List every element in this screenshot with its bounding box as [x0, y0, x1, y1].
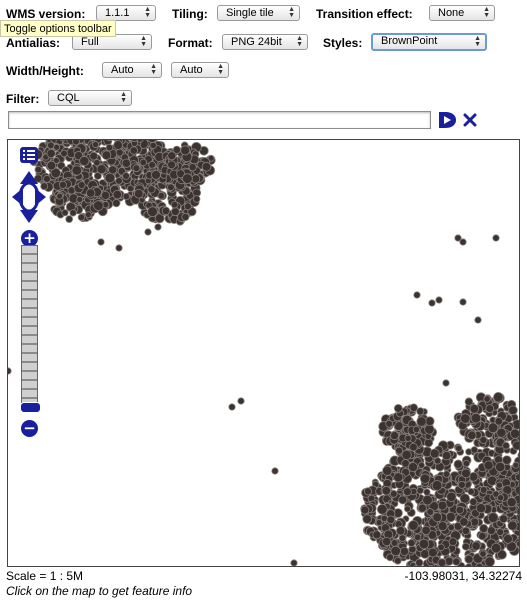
select-arrows-icon: ▲ ▼ [296, 35, 303, 48]
mouse-coordinates: -103.98031, 34.32274 [404, 569, 522, 583]
toggle-options-tooltip: Toggle options toolbar [0, 20, 116, 37]
styles-select[interactable]: BrownPoint ▲ ▼ [371, 33, 487, 51]
zoom-out-button[interactable]: − [21, 420, 38, 437]
tiling-select[interactable]: Single tile ▲ ▼ [217, 5, 300, 21]
map-viewport[interactable]: + − [7, 139, 520, 567]
map-points-layer[interactable] [8, 140, 520, 567]
format-select[interactable]: PNG 24bit ▲ ▼ [222, 34, 308, 50]
select-arrows-icon: ▲ ▼ [474, 35, 481, 48]
styles-value: BrownPoint [381, 35, 438, 47]
scale-readout: Scale = 1 : 5M [6, 569, 84, 583]
select-arrows-icon: ▲ ▼ [150, 63, 157, 76]
wms-version-select[interactable]: 1.1.1 ▲ ▼ [96, 5, 156, 21]
transition-effect-value: None [438, 7, 465, 19]
select-arrows-icon: ▲ ▼ [483, 6, 490, 19]
styles-label: Styles: [323, 36, 363, 50]
filter-type-select[interactable]: CQL ▲ ▼ [48, 90, 132, 106]
pan-control[interactable] [11, 170, 47, 224]
tiling-value: Single tile [226, 7, 274, 19]
feature-info-hint: Click on the map to get feature info [6, 584, 193, 598]
select-arrows-icon: ▲ ▼ [120, 91, 127, 104]
width-value: Auto [111, 64, 134, 76]
filter-input[interactable] [8, 111, 431, 129]
filter-type-value: CQL [57, 92, 80, 104]
zoom-slider-bar[interactable] [21, 245, 38, 411]
format-label: Format: [168, 36, 213, 50]
select-arrows-icon: ▲ ▼ [288, 6, 295, 19]
select-arrows-icon: ▲ ▼ [140, 35, 147, 48]
select-arrows-icon: ▲ ▼ [217, 63, 224, 76]
format-value: PNG 24bit [231, 36, 282, 48]
tiling-label: Tiling: [172, 7, 208, 21]
layer-switcher-icon[interactable] [19, 146, 39, 164]
transition-effect-label: Transition effect: [316, 7, 413, 21]
reset-filter-icon[interactable] [462, 112, 478, 128]
transition-effect-select[interactable]: None ▲ ▼ [429, 5, 495, 21]
width-select[interactable]: Auto ▲ ▼ [102, 62, 162, 78]
select-arrows-icon: ▲ ▼ [144, 6, 151, 19]
antialias-label: Antialias: [6, 36, 61, 50]
filter-label: Filter: [6, 92, 40, 106]
wms-version-label: WMS version: [6, 7, 86, 21]
height-value: Auto [180, 64, 203, 76]
zoom-slider-handle[interactable] [20, 402, 41, 413]
wms-version-value: 1.1.1 [105, 7, 130, 19]
width-height-label: Width/Height: [6, 64, 84, 78]
apply-filter-icon[interactable] [437, 110, 457, 130]
height-select[interactable]: Auto ▲ ▼ [171, 62, 229, 78]
